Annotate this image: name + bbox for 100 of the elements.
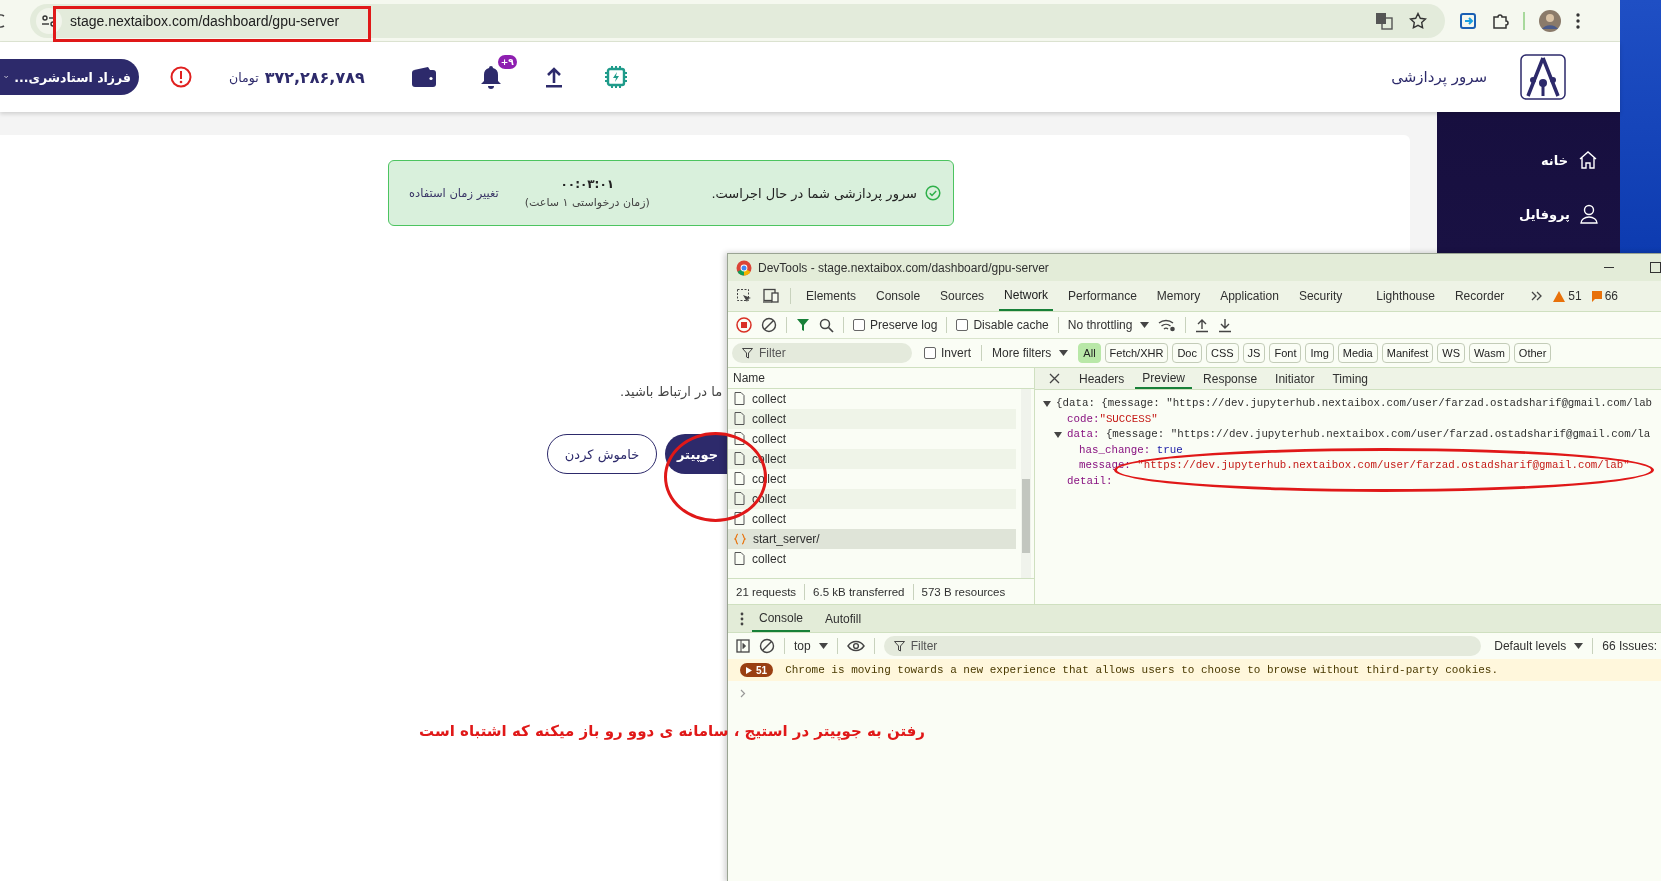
summary-text: 573 B resources [921, 585, 1006, 598]
preview-line[interactable]: data: {message: "https://dev.jupyterhub.nextaibox.com/user/farzad.ostadsharif@gmail.com/la [1035, 427, 1661, 443]
eye-icon[interactable] [846, 640, 865, 652]
balance-amount: ۳۷۲,۲۸۶,۷۸۹ [264, 67, 365, 87]
user-icon [1580, 204, 1598, 224]
menu-icon[interactable] [1575, 11, 1581, 30]
devtools-tab[interactable]: Elements [801, 281, 862, 311]
sidebar-item[interactable]: خانه [1541, 150, 1598, 170]
clear-icon[interactable] [761, 317, 777, 333]
preview-line: detail: [1066, 473, 1114, 489]
type-filter-chip[interactable]: Fetch/XHR [1104, 343, 1169, 363]
scrollbar[interactable] [1021, 388, 1031, 579]
prompt-icon[interactable] [740, 689, 746, 698]
document-icon [734, 512, 745, 526]
request-row[interactable]: collect [728, 408, 1016, 429]
devtools-tab[interactable]: Console [871, 281, 926, 311]
request-row[interactable]: start_server/ [728, 528, 1016, 549]
alert-icon[interactable] [170, 66, 192, 88]
browser-logo-icon [736, 259, 752, 276]
throttling-dropdown[interactable]: No throttling [1067, 318, 1150, 332]
type-filter-chip[interactable]: Other [1513, 343, 1552, 363]
shutdown-button[interactable]: خاموش کردن [547, 434, 657, 474]
upload-icon[interactable] [544, 66, 563, 88]
translate-icon[interactable] [1375, 11, 1393, 30]
document-icon [734, 432, 745, 446]
type-filter-chip[interactable]: WS [1437, 343, 1466, 363]
drawer-tab[interactable]: Autofill [818, 605, 869, 632]
search-icon[interactable] [819, 317, 834, 333]
type-filter-chip[interactable]: CSS [1205, 343, 1239, 363]
device-toolbar-icon[interactable] [762, 288, 780, 304]
filter-icon [742, 347, 753, 359]
issues-button[interactable]: 66 Issues: [1602, 639, 1661, 653]
detail-tab[interactable]: Timing [1325, 368, 1375, 389]
clear-icon[interactable] [759, 638, 775, 654]
type-filter-chip[interactable]: Font [1269, 343, 1302, 363]
invert-checkbox[interactable]: Invert [924, 346, 971, 360]
devtools-tab[interactable]: Memory [1151, 281, 1206, 311]
devtools-tab[interactable]: Security [1293, 281, 1348, 311]
extension-icon[interactable] [1459, 11, 1477, 30]
more-options-icon[interactable] [740, 611, 744, 626]
type-filter-chip[interactable]: JS [1242, 343, 1266, 363]
repeat-count-badge[interactable]: 51 [740, 663, 774, 677]
levels-dropdown[interactable]: Default levels [1494, 639, 1584, 653]
wallet-icon[interactable] [410, 66, 437, 88]
sidebar-item[interactable]: پروفایل [1519, 204, 1598, 224]
currency-label: تومان [229, 69, 259, 85]
site-settings-icon[interactable] [36, 7, 62, 34]
sidebar-toggle-icon[interactable] [736, 639, 750, 653]
maximize-button[interactable] [1650, 262, 1661, 273]
more-tabs-button[interactable] [1531, 291, 1544, 301]
filter-icon[interactable] [796, 318, 810, 332]
user-menu-button[interactable]: فرزاد استادشری... [0, 59, 139, 95]
jupyter-button[interactable]: جوپیتر [665, 434, 727, 474]
document-icon [734, 452, 745, 466]
star-icon[interactable] [1409, 11, 1427, 30]
upload-icon[interactable] [1195, 317, 1210, 333]
type-filter-chip[interactable]: Wasm [1469, 343, 1510, 363]
document-icon [734, 492, 745, 506]
devtools-tab[interactable]: Recorder [1449, 281, 1510, 311]
preview-line: has_change: true [1078, 442, 1184, 458]
change-time-link[interactable]: تغییر زمان استفاده [409, 186, 499, 200]
type-filter-chip[interactable]: Media [1337, 343, 1378, 363]
column-header: Name [733, 370, 765, 385]
devtools-tab[interactable]: Application [1215, 281, 1284, 311]
option-checkbox[interactable]: Disable cache [956, 318, 1049, 332]
home-icon [1578, 150, 1598, 170]
detail-tab[interactable]: Response [1196, 368, 1265, 389]
chip-icon[interactable] [603, 65, 628, 89]
record-icon[interactable] [736, 317, 752, 333]
notification-badge: +۹ [497, 55, 517, 69]
filter-field[interactable]: Filter [732, 343, 912, 363]
close-icon[interactable] [1049, 373, 1060, 384]
wifi-settings-icon[interactable] [1158, 318, 1177, 332]
document-icon [734, 472, 745, 486]
option-checkbox[interactable]: Preserve log [853, 318, 938, 332]
drawer-tab[interactable]: Console [752, 605, 811, 632]
url-text: stage.nextaibox.com/dashboard/gpu-server [70, 12, 340, 29]
devtools-tab[interactable]: Performance [1063, 281, 1142, 311]
type-filter-chip[interactable]: Doc [1172, 343, 1202, 363]
console-filter-field[interactable]: Filter [883, 636, 1482, 656]
detail-tab[interactable]: Headers [1072, 368, 1132, 389]
avatar-icon[interactable] [1539, 9, 1561, 32]
address-bar[interactable]: stage.nextaibox.com/dashboard/gpu-server [30, 3, 1445, 38]
requested-time: (زمان درخواستی ۱ ساعت) [524, 196, 650, 209]
download-icon[interactable] [1218, 317, 1233, 333]
type-filter-chip[interactable]: Img [1305, 343, 1334, 363]
devtools-tab[interactable]: Sources [935, 281, 990, 311]
devtools-tab[interactable]: Network [999, 281, 1054, 311]
type-filter-chip[interactable]: Manifest [1381, 343, 1434, 363]
context-dropdown[interactable]: top [794, 639, 828, 653]
puzzle-icon[interactable] [1491, 11, 1509, 30]
check-circle-icon [925, 185, 941, 201]
more-filters-dropdown[interactable]: More filters [992, 346, 1069, 360]
braces-icon [734, 532, 746, 545]
detail-tab[interactable]: Initiator [1268, 368, 1322, 389]
inspect-icon[interactable] [736, 288, 752, 304]
preview-line[interactable]: {data: {message: "https://dev.jupyterhub.nextaibox.com/user/farzad.ostadsharif@gmail.com/lab [1035, 396, 1661, 412]
devtools-tab[interactable]: Lighthouse [1371, 281, 1440, 311]
detail-tab[interactable]: Preview [1135, 368, 1193, 389]
type-filter-chip[interactable]: All [1078, 343, 1101, 363]
